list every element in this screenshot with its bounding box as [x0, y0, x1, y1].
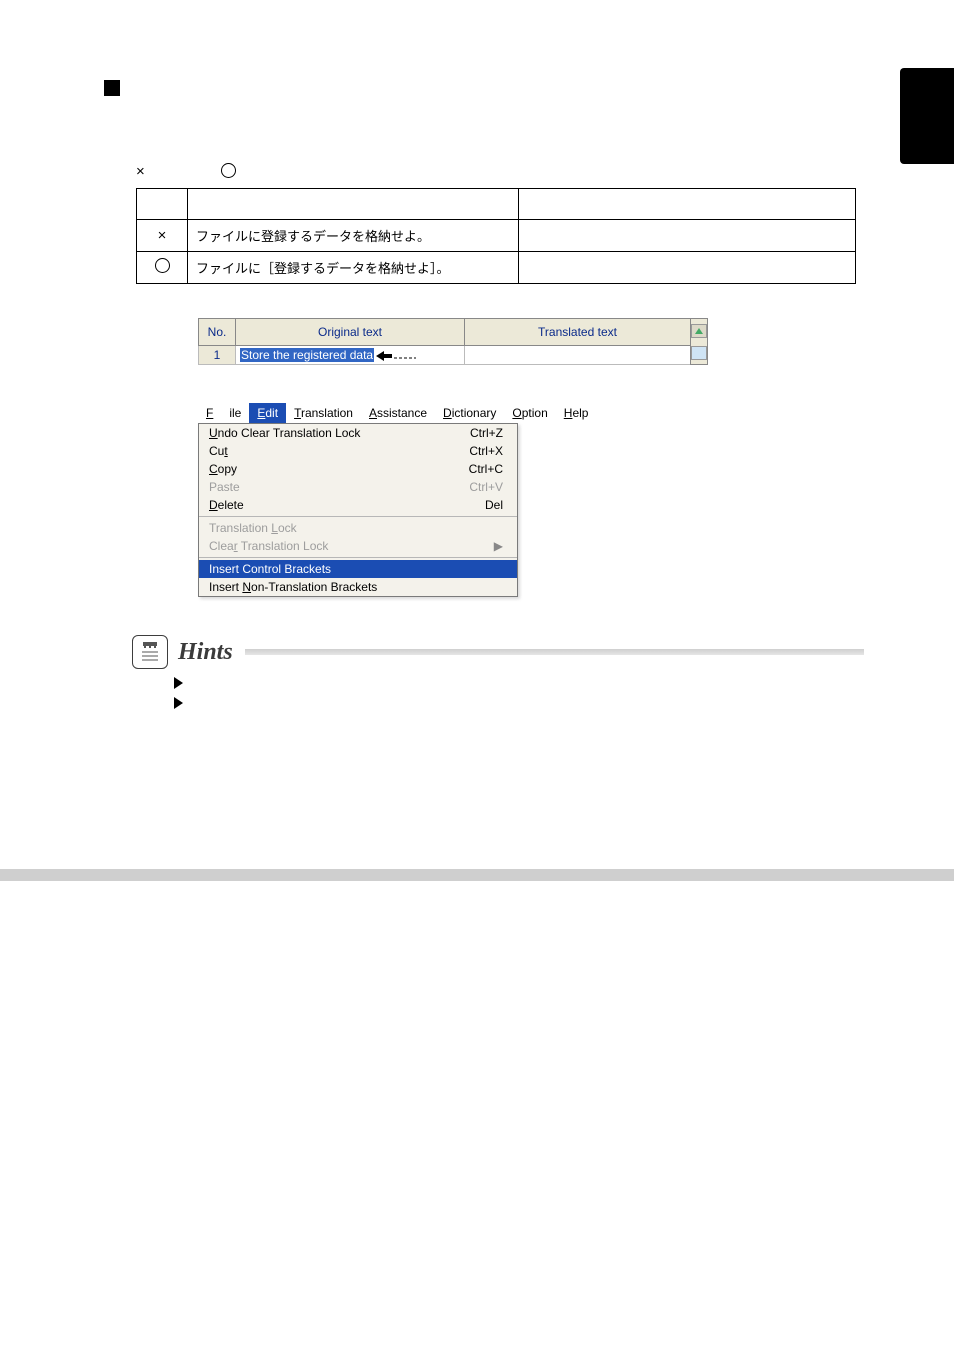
submenu-arrow-icon: ▶ — [494, 539, 503, 553]
menu-item-clear-lock: Clear Translation Lock ▶ — [199, 537, 517, 555]
menu-edit[interactable]: Edit — [249, 403, 286, 423]
example-table: × ファイルに登録するデータを格納せよ。 ファイルに［登録するデータを格納せよ］… — [136, 188, 856, 284]
footer-bar — [0, 869, 954, 881]
hints-divider — [245, 649, 864, 655]
hints-block: Hints — [132, 635, 864, 709]
row-jp: ファイルに［登録するデータを格納せよ］。 — [188, 252, 519, 284]
cursor-arrow-icon — [376, 350, 418, 362]
shortcut-hint: Ctrl+X — [469, 444, 503, 458]
hints-item — [174, 677, 864, 689]
menu-help[interactable]: Help — [556, 403, 597, 423]
menu-dictionary[interactable]: Dictionary — [435, 403, 504, 423]
table-row: × ファイルに登録するデータを格納せよ。 — [137, 220, 856, 252]
grid-screenshot: No. Original text Translated text 1 Stor… — [198, 318, 708, 365]
scroll-thumb[interactable] — [691, 346, 707, 360]
edit-dropdown: Undo Clear Translation Lock Ctrl+Z CutCt… — [198, 423, 518, 597]
menu-translation[interactable]: Translation — [286, 403, 361, 423]
table-header-row — [137, 189, 856, 220]
menu-option[interactable]: Option — [504, 403, 555, 423]
grid-cell-translated[interactable] — [465, 346, 691, 365]
grid-row-no: 1 — [199, 346, 236, 365]
grid-header-original: Original text — [236, 319, 465, 346]
menu-assistance[interactable]: Assistance — [361, 403, 435, 423]
menu-item-translation-lock: Translation Lock — [199, 519, 517, 537]
triangle-bullet-icon — [174, 677, 183, 689]
menu-item-undo[interactable]: Undo Clear Translation Lock Ctrl+Z — [199, 424, 517, 442]
hints-item — [174, 697, 864, 709]
hints-title: Hints — [178, 639, 233, 666]
page-side-tab — [900, 68, 954, 164]
circle-mark-icon — [221, 163, 236, 178]
shortcut-hint: Ctrl+V — [469, 480, 503, 494]
scrollbar[interactable] — [691, 319, 708, 365]
row-mark: × — [137, 220, 188, 252]
menu-item-paste: PasteCtrl+V — [199, 478, 517, 496]
section-marker-icon — [104, 80, 120, 96]
menu-screenshot: File Edit Translation Assistance Diction… — [198, 403, 518, 597]
menubar: File Edit Translation Assistance Diction… — [198, 403, 518, 423]
shortcut-hint: Ctrl+C — [469, 462, 503, 476]
shortcut-hint: Ctrl+Z — [470, 426, 503, 440]
menu-item-insert-control[interactable]: Insert Control Brackets — [199, 560, 517, 578]
menu-item-copy[interactable]: CopyCtrl+C — [199, 460, 517, 478]
menu-item-insert-non[interactable]: Insert Non-Translation Brackets — [199, 578, 517, 596]
triangle-bullet-icon — [174, 697, 183, 709]
row-mark — [137, 252, 188, 284]
shortcut-hint: Del — [485, 498, 503, 512]
row-right — [519, 252, 856, 284]
selected-text: Store the registered data — [240, 348, 374, 362]
legend-row: × — [136, 163, 864, 180]
grid-header-translated: Translated text — [465, 319, 691, 346]
table-row: ファイルに［登録するデータを格納せよ］。 — [137, 252, 856, 284]
menu-item-delete[interactable]: DeleteDel — [199, 496, 517, 514]
hints-notepad-icon — [132, 635, 168, 669]
scroll-up-icon[interactable] — [691, 324, 707, 338]
grid-header-no: No. — [199, 319, 236, 346]
row-jp: ファイルに登録するデータを格納せよ。 — [188, 220, 519, 252]
menu-file[interactable]: File — [198, 403, 249, 423]
row-right — [519, 220, 856, 252]
grid-cell-original[interactable]: Store the registered data — [236, 346, 465, 365]
x-mark: × — [136, 163, 145, 180]
menu-item-cut[interactable]: CutCtrl+X — [199, 442, 517, 460]
